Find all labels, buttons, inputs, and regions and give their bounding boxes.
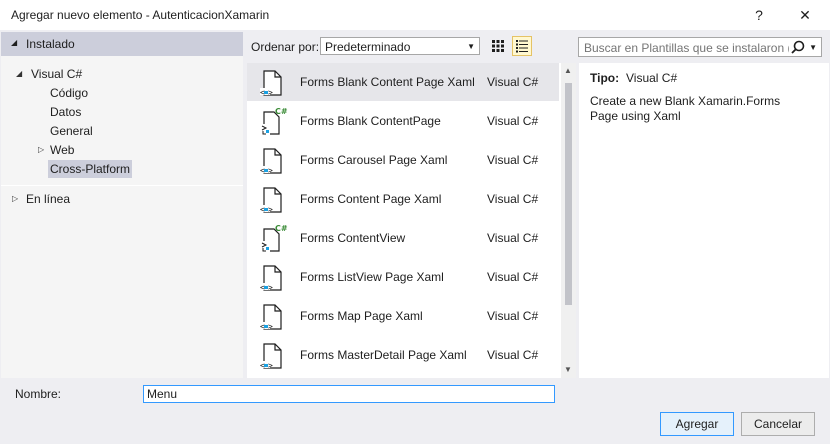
name-field[interactable]	[143, 385, 555, 403]
template-row[interactable]: C# Forms ContentView Visual C#	[247, 219, 559, 257]
template-description: Create a new Blank Xamarin.Forms Page us…	[590, 94, 781, 123]
collapsed-icon[interactable]: ▷	[12, 190, 18, 208]
tree-label: Cross-Platform	[50, 162, 131, 176]
xaml-page-icon: < >	[256, 262, 288, 294]
help-button[interactable]: ?	[736, 0, 782, 30]
template-name: Forms Blank Content Page Xaml	[300, 75, 475, 89]
template-row[interactable]: < > Forms Content Page Xaml Visual C#	[247, 180, 559, 218]
template-language: Visual C#	[487, 348, 539, 362]
sort-value: Predeterminado	[325, 40, 411, 54]
tree-item-codigo[interactable]: Código	[50, 84, 88, 102]
expanded-icon[interactable]: ◢	[16, 65, 22, 83]
template-language: Visual C#	[487, 192, 539, 206]
tree-label: General	[50, 124, 93, 138]
installed-label: Instalado	[26, 37, 75, 51]
template-name: Forms ContentView	[300, 231, 406, 245]
scroll-down-icon[interactable]: ▼	[564, 365, 572, 374]
tree-label: Datos	[50, 105, 82, 119]
template-language: Visual C#	[487, 309, 539, 323]
template-name: Forms ListView Page Xaml	[300, 270, 444, 284]
tree-label: Web	[50, 143, 75, 157]
template-row[interactable]: < > Forms Carousel Page Xaml Visual C#	[247, 141, 559, 179]
tree-label: Código	[50, 86, 89, 100]
tree-item-cross-platform[interactable]: Cross-Platform	[48, 160, 133, 178]
search-input[interactable]	[582, 39, 791, 57]
tree-item-general[interactable]: General	[50, 122, 93, 140]
csharp-page-icon: C#	[256, 106, 288, 138]
svg-text:C#: C#	[275, 224, 288, 233]
name-label: Nombre:	[15, 387, 62, 401]
add-button[interactable]: Agregar	[660, 412, 734, 436]
svg-text:>: >	[268, 205, 273, 214]
list-view-icon	[516, 40, 528, 53]
sort-toolbar: Ordenar por: Predeterminado ▼	[247, 32, 570, 60]
template-list-scrollbar[interactable]: ▲ ▼	[561, 63, 576, 378]
scroll-thumb[interactable]	[565, 83, 572, 305]
template-name: Forms Blank ContentPage	[300, 114, 441, 128]
details-panel: Tipo: Visual C# Create a new Blank Xamar…	[579, 63, 829, 378]
template-row[interactable]: C# Forms Blank ContentPage Visual C#	[247, 102, 559, 140]
template-list: < > Forms Blank Content Page Xaml Visual C#…	[247, 63, 561, 378]
chevron-down-icon: ▼	[467, 42, 475, 51]
svg-text:C#: C#	[275, 107, 288, 116]
xaml-page-icon: < >	[256, 301, 288, 333]
template-name: Forms MasterDetail Page Xaml	[300, 348, 467, 362]
type-value: Visual C#	[626, 71, 678, 85]
title-bar: Agregar nuevo elemento - AutenticacionXa…	[0, 0, 830, 30]
grid-view-icon	[492, 40, 504, 52]
tree-item-datos[interactable]: Datos	[50, 103, 81, 121]
close-button[interactable]: ✕	[782, 0, 828, 30]
template-name: Forms Carousel Page Xaml	[300, 153, 448, 167]
tree-label: Visual C#	[31, 67, 83, 81]
dialog-footer: Nombre: Agregar Cancelar	[0, 378, 830, 444]
csharp-page-icon: C#	[256, 223, 288, 255]
template-row[interactable]: < > Forms ListView Page Xaml Visual C#	[247, 258, 559, 296]
collapse-icon: ◢	[11, 38, 18, 47]
type-label: Tipo:	[590, 71, 620, 85]
template-language: Visual C#	[487, 270, 539, 284]
template-language: Visual C#	[487, 231, 539, 245]
search-icon[interactable]	[791, 40, 805, 57]
svg-text:>: >	[268, 361, 273, 370]
collapsed-icon[interactable]: ▷	[38, 141, 44, 159]
window-title: Agregar nuevo elemento - AutenticacionXa…	[11, 8, 270, 22]
template-language: Visual C#	[487, 153, 539, 167]
tree-label: En línea	[26, 192, 71, 206]
template-name: Forms Content Page Xaml	[300, 192, 442, 206]
svg-text:>: >	[268, 322, 273, 331]
template-language: Visual C#	[487, 75, 539, 89]
search-box[interactable]: ▼	[578, 37, 822, 57]
template-language: Visual C#	[487, 114, 539, 128]
template-row[interactable]: < > Forms MasterDetail Page Xaml Visual C#	[247, 336, 559, 374]
svg-text:>: >	[268, 166, 273, 175]
scroll-up-icon[interactable]: ▲	[564, 66, 572, 75]
template-row[interactable]: < > Forms Map Page Xaml Visual C#	[247, 297, 559, 335]
sort-dropdown[interactable]: Predeterminado ▼	[320, 37, 480, 55]
xaml-page-icon: < >	[256, 67, 288, 99]
cancel-button[interactable]: Cancelar	[741, 412, 815, 436]
chevron-down-icon[interactable]: ▼	[809, 43, 817, 52]
category-tree: ◢ Visual C# Código Datos General ▷ Web C…	[1, 56, 243, 378]
list-view-button[interactable]	[512, 36, 532, 56]
template-name: Forms Map Page Xaml	[300, 309, 423, 323]
svg-text:>: >	[268, 88, 273, 97]
template-row[interactable]: < > Forms Blank Content Page Xaml Visual C#	[247, 63, 559, 101]
divider	[1, 185, 243, 186]
medium-icons-view-button[interactable]	[488, 36, 508, 56]
installed-header[interactable]: ◢ Instalado	[1, 32, 243, 56]
xaml-page-icon: < >	[256, 184, 288, 216]
sort-label: Ordenar por:	[251, 40, 320, 54]
xaml-page-icon: < >	[256, 145, 288, 177]
xaml-page-icon: < >	[256, 340, 288, 372]
svg-text:>: >	[268, 283, 273, 292]
